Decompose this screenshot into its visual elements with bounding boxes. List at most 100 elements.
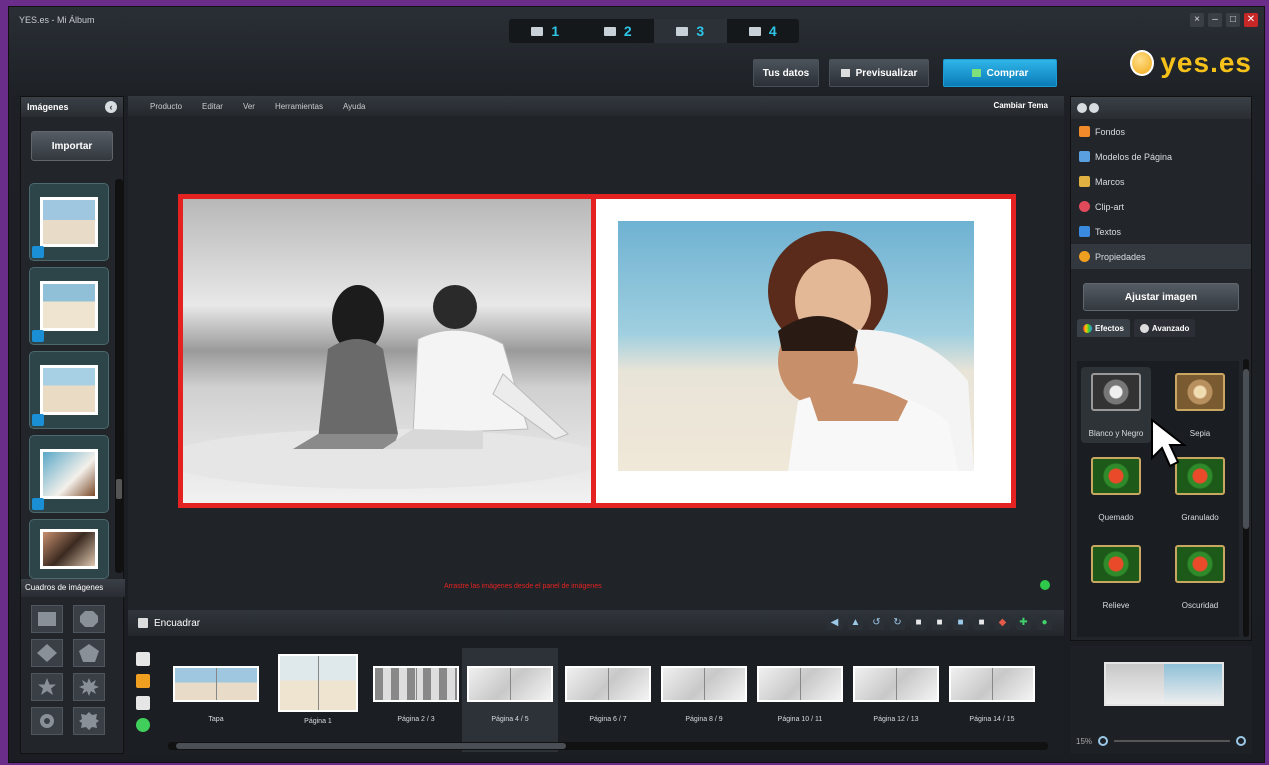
page-thumb-14-15[interactable]: Página 14 / 15 bbox=[944, 648, 1040, 723]
octagon-shape[interactable] bbox=[73, 605, 105, 633]
effects-tabs: Efectos Avanzado bbox=[1071, 319, 1251, 337]
menu-producto[interactable]: Producto bbox=[150, 102, 182, 111]
image-thumb[interactable] bbox=[29, 267, 109, 345]
page-thumb-2-3[interactable]: Página 2 / 3 bbox=[368, 648, 464, 723]
menu-bar: Producto Editar Ver Herramientas Ayuda C… bbox=[128, 96, 1064, 116]
effect-relieve[interactable]: Relieve bbox=[1081, 545, 1151, 610]
zoom-in-icon[interactable]: ● bbox=[1037, 615, 1052, 630]
page-spread[interactable] bbox=[163, 194, 1016, 508]
menu-ver[interactable]: Ver bbox=[243, 102, 255, 111]
diamond-shape[interactable] bbox=[31, 639, 63, 667]
left-page-photo[interactable] bbox=[163, 199, 603, 503]
spread-preview-thumb[interactable] bbox=[1104, 662, 1224, 706]
gear-icon bbox=[1139, 323, 1149, 333]
tab-avanzado[interactable]: Avanzado bbox=[1133, 319, 1196, 337]
tools-panel-header bbox=[1071, 97, 1251, 119]
menu-editar[interactable]: Editar bbox=[202, 102, 223, 111]
panel-item-marcos[interactable]: Marcos bbox=[1071, 169, 1251, 194]
page-thumb-tapa[interactable]: Tapa bbox=[168, 648, 264, 723]
couple-beach-color-photo[interactable] bbox=[618, 221, 974, 471]
add-page-icon[interactable] bbox=[136, 652, 150, 666]
align-left-icon[interactable]: ◀ bbox=[827, 615, 842, 630]
zoom-out-icon[interactable]: ◆ bbox=[995, 615, 1010, 630]
image-thumb[interactable] bbox=[29, 351, 109, 429]
rectangle-shape[interactable] bbox=[31, 605, 63, 633]
images-scrollbar[interactable] bbox=[115, 179, 123, 573]
page-thumb-10-11[interactable]: Página 10 / 11 bbox=[752, 648, 848, 723]
menu-ayuda[interactable]: Ayuda bbox=[343, 102, 366, 111]
panel-item-propiedades[interactable]: Propiedades bbox=[1071, 244, 1251, 269]
effects-scrollbar[interactable] bbox=[1243, 359, 1249, 637]
effect-label: Quemado bbox=[1098, 513, 1134, 522]
change-theme-button[interactable]: Cambiar Tema bbox=[993, 101, 1048, 110]
menu-herramientas[interactable]: Herramientas bbox=[275, 102, 323, 111]
pentagon-shape[interactable] bbox=[73, 639, 105, 667]
image-thumb[interactable] bbox=[29, 183, 109, 261]
rotate-right-icon[interactable]: ↻ bbox=[890, 615, 905, 630]
globe-icon[interactable] bbox=[136, 718, 150, 732]
comprar-button[interactable]: Comprar bbox=[943, 59, 1057, 87]
copy-icon[interactable]: ■ bbox=[953, 615, 968, 630]
tus-datos-button[interactable]: Tus datos bbox=[753, 59, 819, 87]
page-thumb-8-9[interactable]: Página 8 / 9 bbox=[656, 648, 752, 723]
effect-oscuridad[interactable]: Oscuridad bbox=[1165, 545, 1235, 610]
right-page[interactable] bbox=[596, 199, 1011, 503]
image-thumb[interactable] bbox=[29, 435, 109, 513]
document-icon[interactable] bbox=[136, 696, 150, 710]
expand-icon[interactable] bbox=[1089, 103, 1099, 113]
page-thumb-4-5[interactable]: Página 4 / 5 bbox=[462, 648, 558, 752]
effect-label: Relieve bbox=[1102, 601, 1130, 610]
panel-item-label: Textos bbox=[1095, 226, 1122, 237]
step-4[interactable]: 4 bbox=[727, 19, 800, 43]
panel-item-modelos[interactable]: Modelos de Página bbox=[1071, 144, 1251, 169]
step-number: 2 bbox=[623, 23, 632, 39]
image-badge-icon bbox=[32, 246, 44, 258]
close-button[interactable]: ✕ bbox=[1244, 13, 1258, 27]
page-thumb-12-13[interactable]: Página 12 / 13 bbox=[848, 648, 944, 723]
image-thumb[interactable] bbox=[29, 519, 109, 579]
minimize-button[interactable]: – bbox=[1208, 13, 1222, 27]
collapse-icon[interactable] bbox=[1077, 103, 1087, 113]
encuadrar-checkbox[interactable] bbox=[138, 618, 148, 628]
step-2[interactable]: 2 bbox=[582, 19, 655, 43]
step-number: 3 bbox=[696, 23, 705, 39]
paste-icon[interactable]: ■ bbox=[974, 615, 989, 630]
panel-item-clipart[interactable]: Clip-art bbox=[1071, 194, 1251, 219]
zoom-out-icon[interactable] bbox=[1098, 736, 1109, 746]
help-button[interactable]: × bbox=[1190, 13, 1204, 27]
zoom-slider[interactable] bbox=[1114, 740, 1230, 742]
tab-efectos[interactable]: Efectos bbox=[1077, 319, 1130, 337]
panel-item-textos[interactable]: Textos bbox=[1071, 219, 1251, 244]
step-1[interactable]: 1 bbox=[509, 19, 582, 43]
effect-quemado[interactable]: Quemado bbox=[1081, 457, 1151, 522]
fit-icon[interactable]: ✚ bbox=[1016, 615, 1031, 630]
folder-icon[interactable] bbox=[136, 674, 150, 688]
panel-item-fondos[interactable]: Fondos bbox=[1071, 119, 1251, 144]
previsualizar-button[interactable]: Previsualizar bbox=[829, 59, 929, 87]
adjust-image-button[interactable]: Ajustar imagen bbox=[1083, 283, 1239, 311]
panel-item-label: Modelos de Página bbox=[1095, 151, 1173, 162]
pages-scrollbar[interactable] bbox=[168, 742, 1048, 750]
collapse-icon[interactable]: ‹ bbox=[105, 101, 117, 113]
seal-shape[interactable] bbox=[73, 707, 105, 735]
zoom-in-icon[interactable] bbox=[1236, 736, 1246, 746]
page-thumb-1[interactable]: Página 1 bbox=[270, 648, 366, 725]
import-button[interactable]: Importar bbox=[31, 131, 113, 161]
rotate-left-icon[interactable]: ↺ bbox=[869, 615, 884, 630]
gear-shape[interactable] bbox=[31, 707, 63, 735]
panel-item-label: Marcos bbox=[1095, 176, 1125, 187]
step-3[interactable]: 3 bbox=[654, 19, 727, 43]
effect-label: Granulado bbox=[1181, 513, 1219, 522]
bring-front-icon[interactable]: ■ bbox=[911, 615, 926, 630]
effect-blanco-y-negro[interactable]: Blanco y Negro bbox=[1081, 367, 1151, 443]
page-label: Página 10 / 11 bbox=[777, 716, 823, 723]
star-shape[interactable] bbox=[31, 673, 63, 701]
burst-shape[interactable] bbox=[73, 673, 105, 701]
tab-label: Avanzado bbox=[1151, 323, 1190, 333]
page-thumb-6-7[interactable]: Página 6 / 7 bbox=[560, 648, 656, 723]
editor-canvas: Arrastre las imágenes desde el panel de … bbox=[128, 116, 1064, 610]
maximize-button[interactable]: □ bbox=[1226, 13, 1240, 27]
send-back-icon[interactable]: ■ bbox=[932, 615, 947, 630]
images-panel-title: Imágenes bbox=[27, 102, 69, 112]
align-up-icon[interactable]: ▲ bbox=[848, 615, 863, 630]
